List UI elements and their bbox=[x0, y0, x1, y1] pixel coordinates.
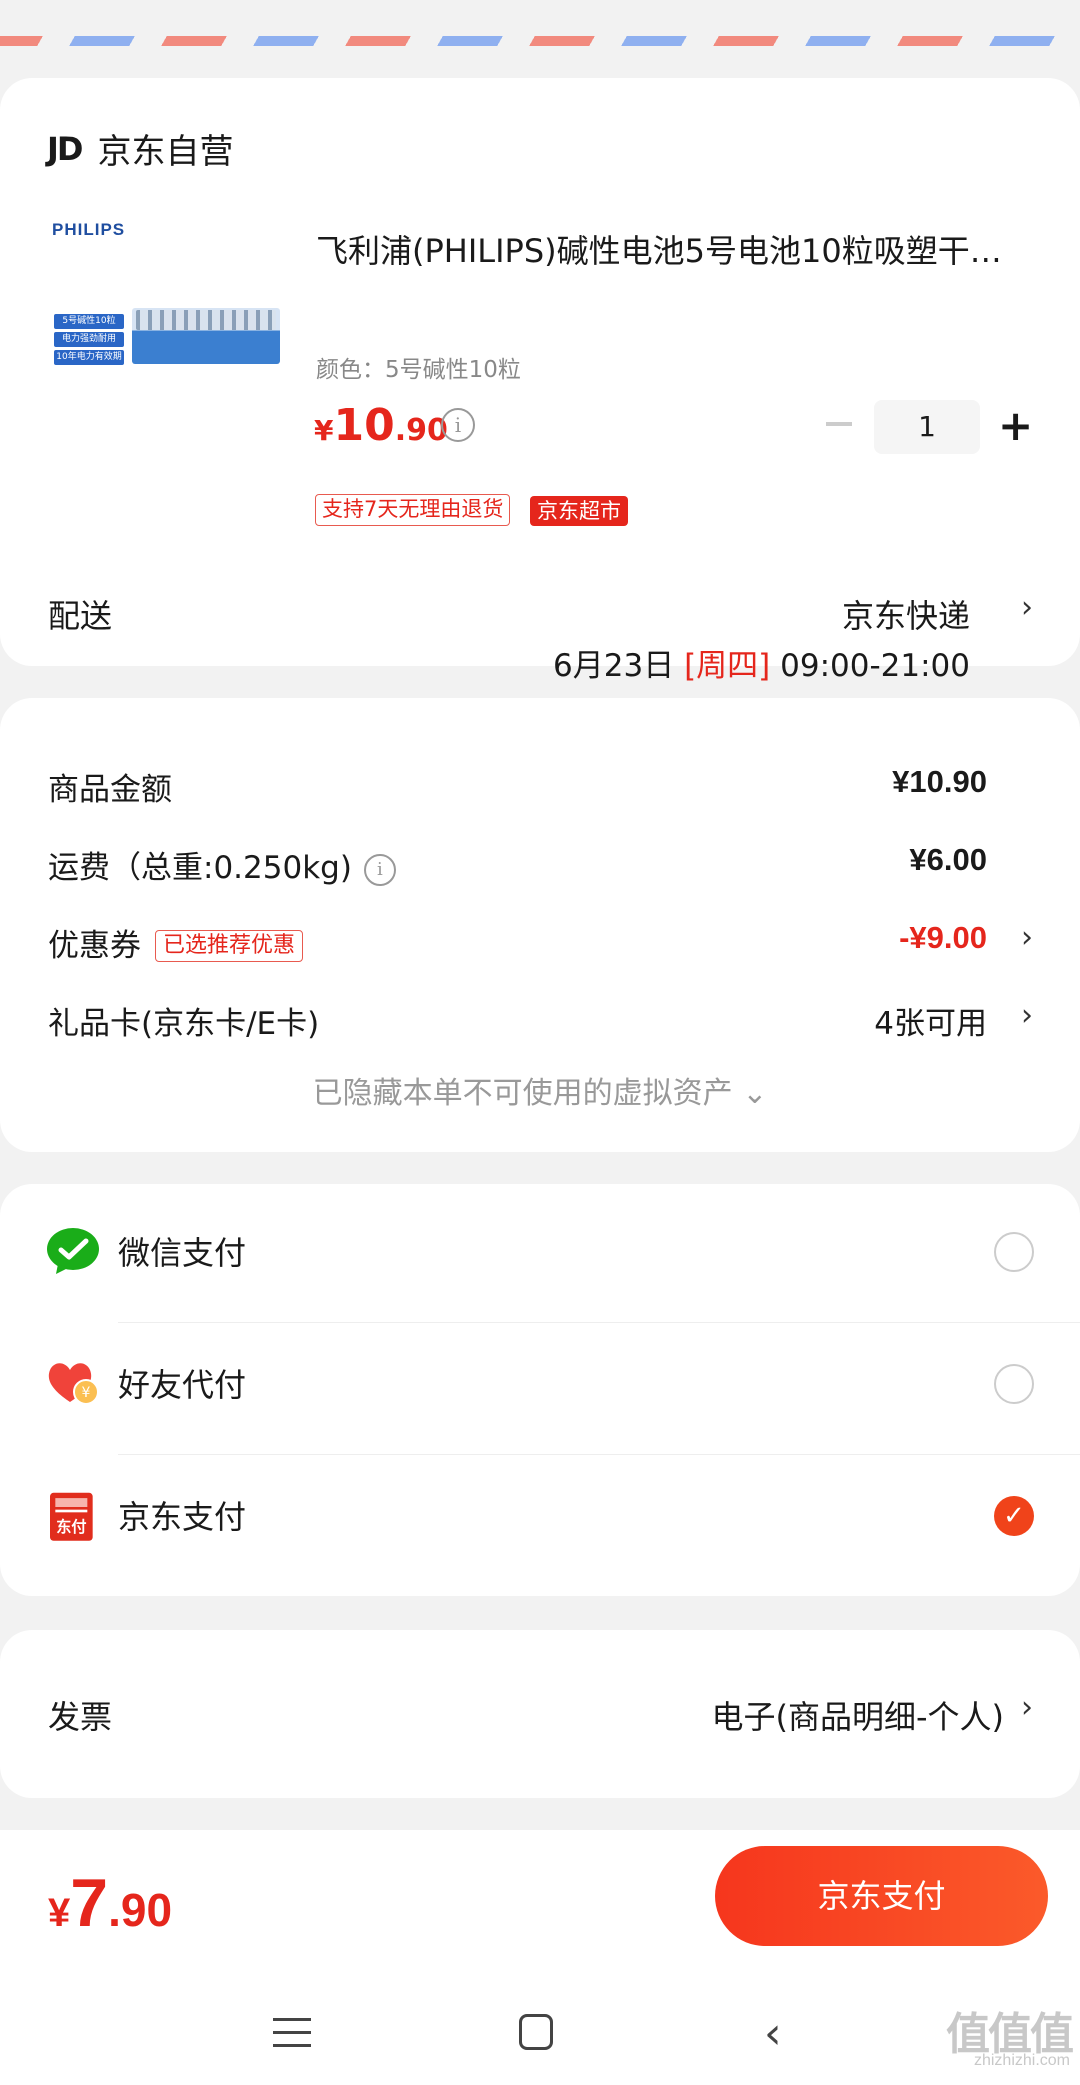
pack-tag: 10年电力有效期 bbox=[54, 350, 124, 365]
svg-text:¥: ¥ bbox=[82, 1385, 91, 1401]
freight-info-icon[interactable]: i bbox=[363, 853, 396, 886]
coupon-label-text: 优惠券 bbox=[48, 928, 141, 964]
giftcard-label: 礼品卡(京东卡/E卡) bbox=[48, 1006, 320, 1042]
invoice-label: 发票 bbox=[48, 1698, 113, 1736]
price-currency: ¥ bbox=[314, 414, 334, 447]
coupon-recommend-tag: 已选推荐优惠 bbox=[155, 930, 304, 962]
payment-option-jd[interactable]: 东付 京东支付 ✓ bbox=[0, 1448, 1080, 1580]
price-integer: 10 bbox=[333, 400, 395, 451]
jd-pay-icon-text: 东付 bbox=[56, 1518, 86, 1536]
shipping-method[interactable]: 京东快递 bbox=[842, 591, 970, 637]
product-image[interactable]: PHILIPS 5号碱性10粒 电力强劲耐用 10年电力有效期 bbox=[50, 218, 282, 418]
watermark-url: zhizhizhi.com bbox=[973, 2052, 1070, 2069]
return-policy-badge: 支持7天无理由退货 bbox=[315, 494, 511, 526]
shop-header[interactable]: JD 京东自营 bbox=[47, 124, 233, 173]
total-currency: ¥ bbox=[48, 1891, 71, 1935]
product-title[interactable]: 飞利浦(PHILIPS)碱性电池5号电池10粒吸塑干… bbox=[316, 226, 1036, 272]
coupon-label: 优惠券 已选推荐优惠 bbox=[48, 920, 304, 965]
shipping-time-range: 09:00-21:00 bbox=[780, 648, 970, 684]
quantity-input[interactable]: 1 bbox=[874, 400, 980, 454]
freight-value: ¥6.00 bbox=[909, 842, 987, 877]
shop-name: 京东自营 bbox=[97, 132, 234, 172]
pay-button[interactable]: 京东支付 bbox=[715, 1846, 1048, 1946]
order-card: JD 京东自营 PHILIPS 5号碱性10粒 电力强劲耐用 10年电力有效期 … bbox=[0, 78, 1080, 684]
system-nav-bar: ‹ bbox=[0, 1968, 1080, 2085]
checkout-bar: ¥7.90 京东支付 bbox=[0, 1830, 1080, 1968]
radio-checked-icon[interactable]: ✓ bbox=[994, 1496, 1034, 1536]
shipping-date: 6月23日 bbox=[553, 648, 675, 684]
total-price: ¥7.90 bbox=[48, 1864, 172, 1942]
jd-market-badge: 京东超市 bbox=[530, 496, 628, 526]
shipping-label: 配送 bbox=[48, 597, 113, 635]
airmail-stripe bbox=[0, 0, 1080, 48]
radio-unchecked[interactable] bbox=[994, 1364, 1034, 1404]
invoice-value: 电子(商品明细-个人) bbox=[711, 1698, 1004, 1736]
payment-option-wechat[interactable]: 微信支付 bbox=[0, 1184, 1080, 1316]
payment-label: 好友代付 bbox=[118, 1366, 247, 1404]
payment-option-friend[interactable]: ¥ 好友代付 bbox=[0, 1316, 1080, 1448]
freight-label-text: 运费（总重:0.250kg) bbox=[48, 850, 352, 886]
pack-tags: 5号碱性10粒 电力强劲耐用 10年电力有效期 bbox=[54, 314, 124, 368]
summary-card: 商品金额 ¥10.90 运费（总重:0.250kg) i ¥6.00 优惠券 已选推… bbox=[0, 698, 1080, 1152]
brand-logo: PHILIPS bbox=[52, 220, 126, 239]
quantity-decrease-button[interactable] bbox=[826, 422, 852, 426]
invoice-card[interactable]: 发票 电子(商品明细-个人) › bbox=[0, 1630, 1080, 1798]
total-integer: 7 bbox=[70, 1865, 109, 1941]
back-icon[interactable]: ‹ bbox=[764, 2008, 782, 2059]
total-decimal: .90 bbox=[108, 1884, 173, 1936]
product-spec: 颜色：5号碱性10粒 bbox=[316, 357, 521, 383]
hidden-assets-toggle[interactable]: 已隐藏本单不可使用的虚拟资产 ⌄ bbox=[0, 1068, 1080, 1112]
freight-label: 运费（总重:0.250kg) i bbox=[48, 842, 396, 887]
pack-tag: 电力强劲耐用 bbox=[54, 332, 124, 347]
coupon-value: -¥9.00 bbox=[899, 920, 987, 955]
goods-amount-value: ¥10.90 bbox=[892, 764, 987, 799]
chevron-right-icon[interactable]: › bbox=[1021, 590, 1033, 625]
recent-apps-icon[interactable] bbox=[273, 2018, 311, 2048]
quantity-increase-button[interactable]: + bbox=[998, 405, 1033, 447]
friend-pay-icon: ¥ bbox=[48, 1363, 99, 1405]
giftcard-value: 4张可用 bbox=[874, 1006, 987, 1042]
coupon-row[interactable]: 优惠券 已选推荐优惠 -¥9.00 › bbox=[48, 920, 1033, 964]
payment-card: 微信支付 ¥ 好友代付 东付 京东支付 ✓ bbox=[0, 1184, 1080, 1596]
goods-amount-label: 商品金额 bbox=[48, 772, 172, 808]
freight-row: 运费（总重:0.250kg) i ¥6.00 bbox=[48, 842, 1033, 886]
payment-label: 京东支付 bbox=[118, 1498, 247, 1536]
goods-amount-row: 商品金额 ¥10.90 bbox=[48, 764, 1033, 808]
jd-pay-icon: 东付 bbox=[50, 1492, 93, 1541]
shipping-weekday: [周四] bbox=[684, 648, 771, 684]
shipping-time[interactable]: 6月23日 [周四] 09:00-21:00 bbox=[553, 640, 970, 685]
home-icon[interactable] bbox=[519, 2014, 553, 2050]
giftcard-row[interactable]: 礼品卡(京东卡/E卡) 4张可用 › bbox=[48, 998, 1033, 1042]
radio-unchecked[interactable] bbox=[994, 1232, 1034, 1272]
jd-logo-icon: JD bbox=[47, 129, 83, 168]
wechat-pay-icon bbox=[47, 1228, 99, 1274]
battery-pack-image bbox=[132, 308, 280, 364]
chevron-right-icon[interactable]: › bbox=[1021, 920, 1033, 955]
price-info-icon[interactable]: i bbox=[441, 408, 475, 442]
payment-label: 微信支付 bbox=[118, 1234, 247, 1272]
pack-tag: 5号碱性10粒 bbox=[54, 314, 124, 329]
chevron-right-icon[interactable]: › bbox=[1021, 1690, 1033, 1725]
chevron-right-icon[interactable]: › bbox=[1021, 998, 1033, 1033]
price-decimal: .90 bbox=[394, 413, 448, 448]
product-price: ¥10.90 bbox=[314, 400, 448, 451]
